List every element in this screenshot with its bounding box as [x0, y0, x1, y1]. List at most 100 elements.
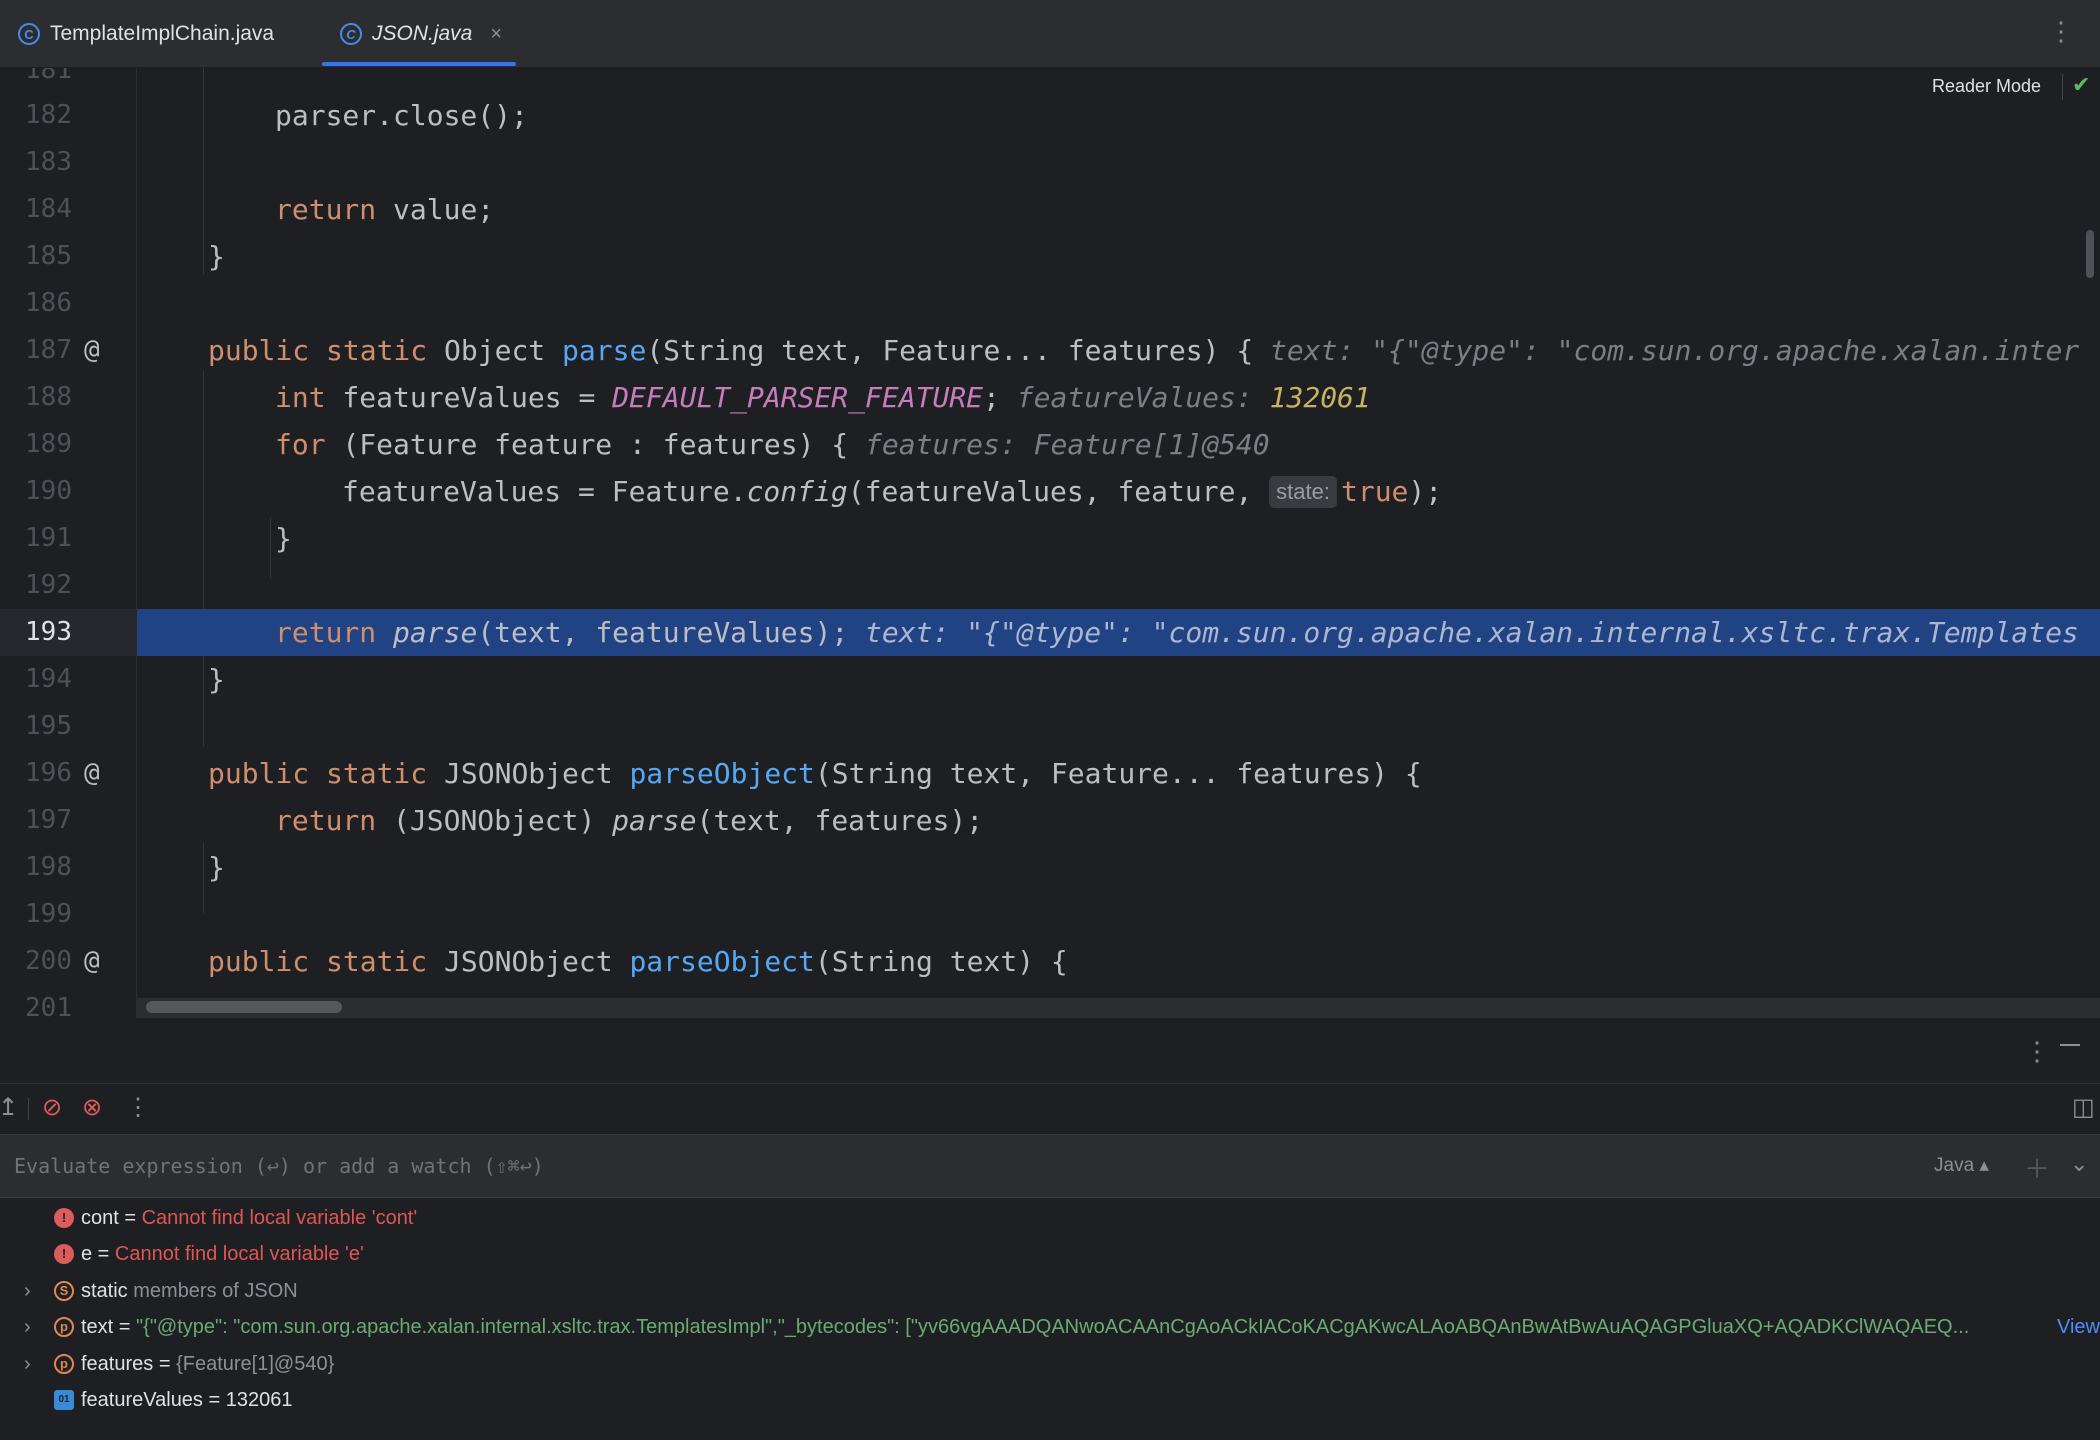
tab-label: TemplateImplChain.java [50, 22, 275, 45]
class-icon: C [18, 23, 40, 45]
variable-value: 132061 [225, 1389, 293, 1411]
line-number: 191 [25, 523, 72, 553]
line-number: 201 [25, 993, 72, 1018]
inline-debug-value: text: "{"@type": "com.sun.org.apache.xal… [1270, 334, 2080, 367]
line-number: 199 [25, 899, 72, 929]
code-line: 183 [0, 139, 2100, 186]
chevron-down-icon[interactable]: ⌄ [2070, 1151, 2088, 1177]
line-number: 194 [25, 664, 72, 694]
code-text: featureValues = Feature.config(featureVa… [342, 475, 1443, 508]
variable-row[interactable]: › S static members of JSON [0, 1273, 2100, 1309]
layout-settings-icon[interactable]: ◫ [2072, 1094, 2095, 1122]
mute-breakpoints-icon[interactable]: ⊗ [82, 1094, 102, 1122]
tab-templateimplchain[interactable]: C TemplateImplChain.java [18, 0, 274, 68]
vertical-scrollbar[interactable] [2086, 230, 2094, 278]
code-text: } [208, 240, 225, 273]
editor-tab-bar: C TemplateImplChain.java C JSON.java × ⋮ [0, 0, 2100, 68]
view-breakpoints-icon[interactable]: ⊘ [42, 1094, 62, 1122]
code-line: 188 int featureValues = DEFAULT_PARSER_F… [0, 374, 2100, 421]
horizontal-scrollbar[interactable] [146, 1001, 342, 1013]
code-line: 192 [0, 562, 2100, 609]
line-number: 189 [25, 429, 72, 459]
variable-row[interactable]: › p features = {Feature[1]@540} [0, 1346, 2100, 1382]
line-number: 197 [25, 805, 72, 835]
code-line: 191 } [0, 515, 2100, 562]
error-icon: ! [54, 1244, 74, 1264]
line-number: 198 [25, 852, 72, 882]
code-line: 186 [0, 280, 2100, 327]
variable-name: featureValues [81, 1389, 203, 1411]
more-options-icon[interactable]: ⋮ [2024, 1036, 2050, 1067]
inline-debug-value: text: "{"@type": "com.sun.org.apache.xal… [865, 616, 2079, 649]
inline-debug-value: featureValues: [1016, 381, 1270, 414]
code-line: 185 } [0, 233, 2100, 280]
code-line: 184 return value; [0, 186, 2100, 233]
code-line: 182 parser.close(); [0, 92, 2100, 139]
code-text: public static JSONObject parseObject(Str… [208, 757, 1422, 790]
variable-name: e [81, 1243, 93, 1265]
inline-debug-value: features: Feature[1]@540 [865, 428, 1270, 461]
variable-row[interactable]: ! e = Cannot find local variable 'e' [0, 1236, 2100, 1272]
line-number: 188 [25, 382, 72, 412]
implementation-marker-icon[interactable]: @ [84, 938, 100, 985]
evaluate-expression-input[interactable] [0, 1135, 1900, 1197]
code-text: public static Object parse(String text, … [208, 334, 2080, 367]
code-line: 190 featureValues = Feature.config(featu… [0, 468, 2100, 515]
parameter-icon: p [54, 1354, 74, 1374]
parameter-hint: state: [1269, 476, 1337, 508]
code-line: 194 } [0, 656, 2100, 703]
code-line: 189 for (Feature feature : features) { f… [0, 421, 2100, 468]
minimize-icon[interactable] [2060, 1044, 2080, 1046]
chevron-right-icon[interactable]: › [24, 1309, 31, 1345]
error-icon: ! [54, 1208, 74, 1228]
line-number: 183 [25, 147, 72, 177]
code-text: int featureValues = DEFAULT_PARSER_FEATU… [275, 381, 1371, 414]
variable-row[interactable]: ! cont = Cannot find local variable 'con… [0, 1200, 2100, 1236]
debug-panel: ⋮ ↥ ⊘ ⊗ ⋮ ◫ Java ▴ ＋ ⌄ ! cont = Cannot f… [0, 1018, 2100, 1440]
chevron-right-icon[interactable]: › [24, 1273, 31, 1309]
line-number: 185 [25, 241, 72, 271]
chevron-right-icon[interactable]: › [24, 1346, 31, 1382]
code-editor[interactable]: 181 182 parser.close(); 183 184 return v… [0, 68, 2100, 1018]
view-link[interactable]: View [2051, 1309, 2100, 1345]
language-selector[interactable]: Java ▴ [1934, 1154, 1989, 1177]
more-options-icon[interactable]: ⋮ [2048, 18, 2074, 44]
variable-name: cont [81, 1207, 119, 1229]
line-number: 190 [25, 476, 72, 506]
variable-row[interactable]: 01 featureValues = 132061 [0, 1382, 2100, 1418]
close-icon[interactable]: × [490, 23, 502, 46]
divider [2062, 74, 2063, 100]
static-members-icon: S [54, 1281, 74, 1301]
code-line: 198 } [0, 844, 2100, 891]
line-number: 192 [25, 570, 72, 600]
code-text: return parse(text, featureValues); text:… [275, 616, 2079, 649]
code-text: return value; [275, 193, 495, 226]
line-number: 184 [25, 194, 72, 224]
primitive-variable-icon: 01 [54, 1390, 74, 1410]
add-watch-icon[interactable]: ＋ [2024, 1149, 2050, 1186]
variable-value: Cannot find local variable 'cont' [141, 1207, 418, 1229]
code-text: } [208, 851, 225, 884]
code-text: for (Feature feature : features) { featu… [275, 428, 1270, 461]
code-line: 199 [0, 891, 2100, 938]
line-number: 193 [25, 617, 72, 647]
tab-json-java[interactable]: C JSON.java × [340, 0, 502, 68]
line-number: 200 [25, 946, 72, 976]
line-number: 187 [25, 335, 72, 365]
code-line: 195 [0, 703, 2100, 750]
active-tab-indicator [322, 62, 516, 66]
variable-row[interactable]: › p text = "{"@type": "com.sun.org.apach… [0, 1309, 2100, 1345]
code-line: 197 return (JSONObject) parse(text, feat… [0, 797, 2100, 844]
code-line: 181 [0, 68, 2100, 94]
code-text: public static JSONObject parseObject(Str… [208, 945, 1068, 978]
implementation-marker-icon[interactable]: @ [84, 327, 100, 374]
step-out-icon[interactable]: ↥ [0, 1094, 18, 1122]
implementation-marker-icon[interactable]: @ [84, 750, 100, 797]
class-icon: C [340, 23, 362, 45]
variable-value: "{"@type": "com.sun.org.apache.xalan.int… [136, 1316, 1970, 1338]
line-number: 195 [25, 711, 72, 741]
more-options-icon[interactable]: ⋮ [126, 1094, 150, 1122]
no-problems-check-icon[interactable]: ✔ [2072, 72, 2090, 98]
reader-mode-button[interactable]: Reader Mode [1932, 76, 2041, 97]
tab-label: JSON.java [372, 22, 473, 45]
